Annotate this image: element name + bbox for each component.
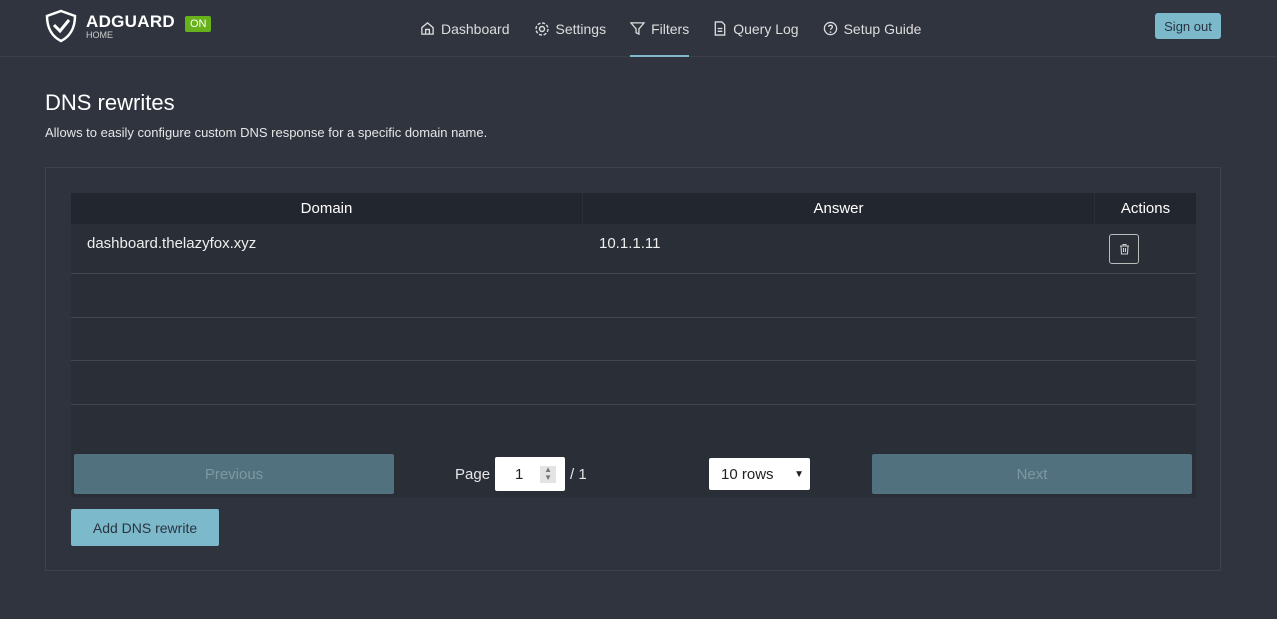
page-label: Page — [455, 465, 491, 483]
next-button[interactable]: Next — [872, 454, 1192, 494]
brand-sub: HOME — [86, 29, 113, 40]
column-header-actions: Actions — [1120, 200, 1171, 217]
page-subtitle: Allows to easily configure custom DNS re… — [45, 125, 488, 140]
add-dns-rewrite-button[interactable]: Add DNS rewrite — [71, 509, 219, 546]
domain-cell: dashboard.thelazyfox.xyz — [87, 235, 257, 252]
pagination: Previous Page 1 ▲ ▼ / 1 10 rows ▼ Next — [71, 448, 1196, 498]
sign-out-button[interactable]: Sign out — [1155, 13, 1221, 39]
top-navbar: ADGUARD HOME ON Dashboard Settings Filter… — [0, 0, 1277, 57]
nav-label: Setup Guide — [843, 20, 922, 37]
page-title: DNS rewrites — [45, 90, 175, 115]
page-spinner[interactable]: ▲ ▼ — [540, 466, 557, 483]
shield-check-icon — [45, 9, 77, 43]
rows-option: 10 rows — [721, 465, 774, 483]
empty-row — [71, 317, 1196, 361]
page-total: / 1 — [570, 465, 587, 483]
table-header: Domain Answer Actions — [71, 193, 1196, 224]
nav-label: Dashboard — [441, 20, 510, 37]
page-number-input[interactable]: 1 ▲ ▼ — [495, 457, 566, 491]
nav-settings[interactable]: Settings — [534, 0, 607, 57]
rewrites-card: Domain Answer Actions dashboard.thelazyf… — [45, 167, 1221, 571]
answer-cell: 10.1.1.11 — [599, 235, 661, 252]
protection-status-badge: ON — [184, 16, 212, 32]
nav-label: Query Log — [733, 20, 799, 37]
empty-row — [71, 361, 1196, 405]
page-info: Page 1 ▲ ▼ / 1 — [455, 454, 587, 494]
page-number-value: 1 — [515, 465, 524, 483]
logo[interactable]: ADGUARD HOME ON — [44, 9, 212, 43]
previous-button[interactable]: Previous — [74, 454, 394, 494]
main-nav: Dashboard Settings Filters Query Log Set… — [420, 0, 945, 57]
rows-per-page-select[interactable]: 10 rows ▼ — [709, 458, 810, 490]
chevron-down-icon: ▼ — [794, 468, 804, 480]
table-row: dashboard.thelazyfox.xyz 10.1.1.11 — [71, 224, 1196, 274]
rewrites-table: Domain Answer Actions dashboard.thelazyf… — [71, 193, 1196, 498]
nav-dashboard[interactable]: Dashboard — [420, 0, 510, 57]
document-icon — [714, 21, 726, 36]
empty-row — [71, 274, 1196, 318]
nav-setup-guide[interactable]: Setup Guide — [823, 0, 922, 57]
nav-filters[interactable]: Filters — [630, 0, 690, 57]
delete-button[interactable] — [1109, 234, 1139, 264]
trash-icon — [1119, 243, 1129, 255]
gear-icon — [534, 21, 549, 36]
home-icon — [421, 22, 434, 35]
nav-label: Filters — [651, 20, 690, 37]
empty-row — [71, 404, 1196, 448]
column-header-answer[interactable]: Answer — [583, 193, 1095, 224]
nav-label: Settings — [555, 20, 607, 37]
nav-query-log[interactable]: Query Log — [713, 0, 799, 57]
help-circle-icon — [823, 21, 837, 36]
filter-icon — [630, 22, 646, 36]
brand-name: ADGUARD — [86, 11, 175, 31]
column-header-domain[interactable]: Domain — [71, 193, 583, 224]
